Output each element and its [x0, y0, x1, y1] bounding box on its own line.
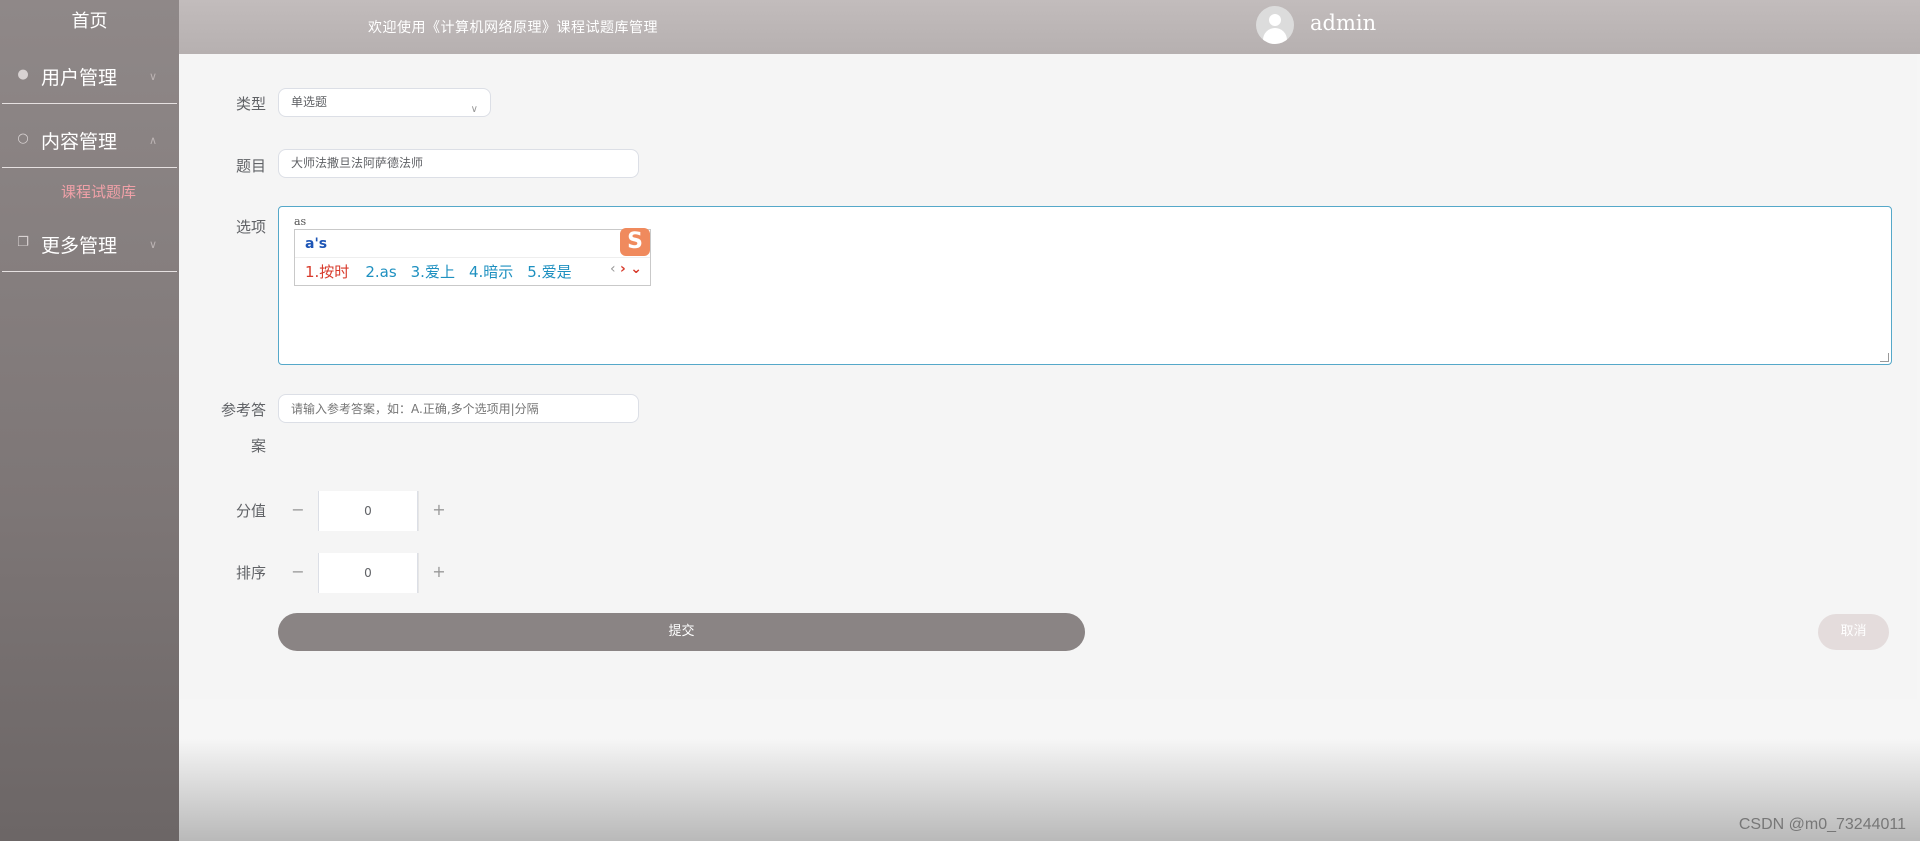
question-input[interactable]: 大师法撒旦法阿萨德法师	[278, 149, 639, 178]
top-header: 欢迎使用《计算机网络原理》课程试题库管理 admin	[179, 0, 1920, 54]
question-input-value: 大师法撒旦法阿萨德法师	[291, 156, 424, 170]
message-icon: ○	[17, 131, 29, 146]
answer-label-line2: 案	[250, 437, 266, 455]
chevron-down-icon: ∨	[148, 238, 157, 251]
decrease-button[interactable]: −	[278, 491, 319, 531]
sidebar: 首页 ● 用户管理 ∨ ○ 内容管理 ∧ 课程试题库 ❐ 更多管理 ∨	[0, 0, 179, 841]
sidebar-home[interactable]: 首页	[0, 0, 179, 44]
ime-page-nav[interactable]: ‹ › ⌄	[610, 261, 642, 277]
chevron-left-icon[interactable]: ‹	[610, 261, 616, 277]
type-select[interactable]: 单选题 ∨	[278, 88, 491, 117]
answer-label: 参考答 案	[216, 399, 266, 456]
score-value[interactable]: 0	[318, 491, 418, 531]
ime-divider	[295, 257, 650, 258]
options-label: 选项	[235, 218, 266, 236]
ime-candidate[interactable]: 5.爱是	[527, 263, 571, 281]
chevron-down-icon: ∨	[470, 104, 478, 115]
order-value[interactable]: 0	[318, 553, 418, 593]
ime-composition: a's	[305, 236, 328, 252]
sidebar-item-label: 更多管理	[41, 235, 118, 257]
options-textarea[interactable]: as a's S 1.按时 2.as 3.爱上 4.暗示 5.爱是 ‹ › ⌄	[278, 206, 1892, 365]
chevron-up-icon: ∧	[148, 134, 157, 147]
ime-candidate[interactable]: 2.as	[365, 263, 396, 281]
chevron-down-icon: ∨	[148, 70, 157, 83]
submit-button[interactable]: 提交	[278, 613, 1085, 651]
watermark: CSDN @m0_73244011	[1738, 816, 1906, 833]
answer-label-line1: 参考答	[220, 401, 266, 419]
sidebar-item-more-management[interactable]: ❐ 更多管理 ∨	[2, 218, 177, 272]
avatar-body	[1263, 28, 1287, 44]
question-label: 题目	[235, 157, 266, 175]
main-content: 类型 单选题 ∨ 题目 大师法撒旦法阿萨德法师 选项 as a's S 1.按时…	[179, 54, 1920, 841]
sogou-logo-icon: S	[620, 228, 650, 256]
options-textarea-value: as	[294, 215, 307, 228]
ime-candidate[interactable]: 4.暗示	[469, 263, 513, 281]
decrease-button[interactable]: −	[278, 553, 319, 593]
increase-button[interactable]: +	[418, 491, 459, 531]
increase-button[interactable]: +	[418, 553, 459, 593]
cancel-button[interactable]: 取消	[1818, 614, 1889, 650]
username[interactable]: admin	[1310, 11, 1376, 35]
type-select-value: 单选题	[291, 95, 328, 109]
chevron-down-icon[interactable]: ⌄	[630, 261, 642, 277]
copy-icon: ❐	[17, 235, 29, 250]
user-icon: ●	[17, 67, 29, 82]
ime-candidate[interactable]: 1.按时	[305, 263, 349, 281]
answer-input[interactable]	[278, 394, 639, 423]
resize-handle[interactable]	[1880, 353, 1889, 362]
welcome-title: 欢迎使用《计算机网络原理》课程试题库管理	[368, 20, 658, 36]
ime-candidate[interactable]: 3.爱上	[411, 263, 455, 281]
sidebar-item-content-management[interactable]: ○ 内容管理 ∧	[2, 114, 177, 168]
avatar-head	[1269, 14, 1281, 26]
sidebar-item-label: 内容管理	[41, 131, 118, 153]
chevron-right-icon[interactable]: ›	[620, 261, 626, 277]
form-card: 类型 单选题 ∨ 题目 大师法撒旦法阿萨德法师 选项 as a's S 1.按时…	[179, 54, 1917, 699]
order-label: 排序	[235, 564, 266, 582]
sidebar-item-label: 用户管理	[41, 67, 118, 89]
ime-candidate-window[interactable]: a's S 1.按时 2.as 3.爱上 4.暗示 5.爱是 ‹ › ⌄	[294, 228, 651, 286]
type-label: 类型	[235, 95, 266, 113]
sidebar-subitem-question-bank[interactable]: 课程试题库	[0, 178, 179, 206]
ime-candidate-list: 1.按时 2.as 3.爱上 4.暗示 5.爱是	[305, 261, 586, 282]
avatar[interactable]	[1256, 6, 1294, 44]
sidebar-item-user-management[interactable]: ● 用户管理 ∨	[2, 50, 177, 104]
score-label: 分值	[235, 502, 266, 520]
